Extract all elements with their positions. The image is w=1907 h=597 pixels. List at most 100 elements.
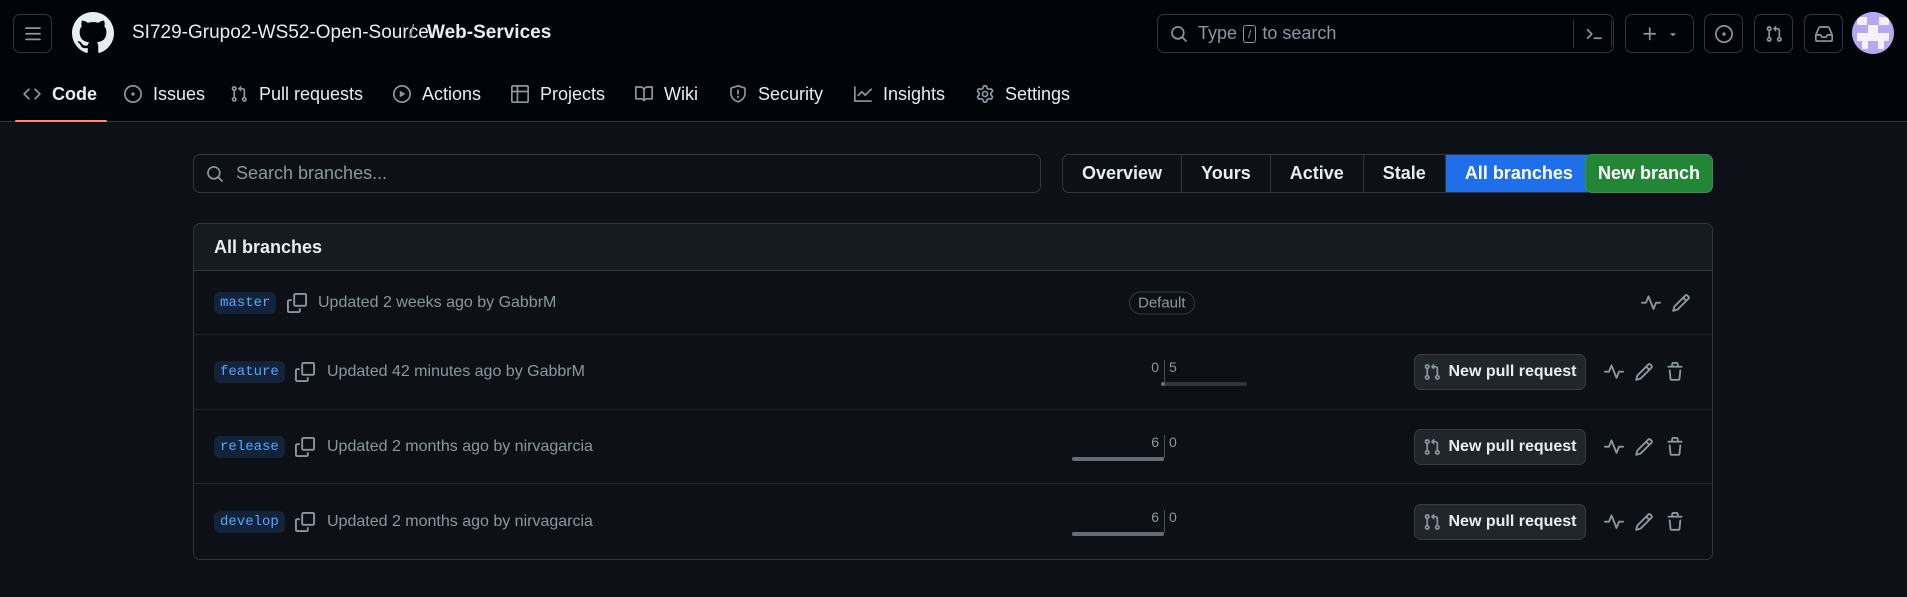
pull-requests-shortcut-button[interactable] <box>1754 14 1793 53</box>
ahead-behind-divider <box>1164 434 1165 458</box>
global-header: SI729-Grupo2-WS52-Open-Source / Web-Serv… <box>0 0 1907 122</box>
default-branch-badge: Default <box>1129 291 1195 314</box>
tab-wiki-label: Wiki <box>664 83 698 104</box>
git-pull-request-icon <box>1425 363 1441 380</box>
tab-insights-label: Insights <box>883 83 946 104</box>
user-avatar[interactable] <box>1852 12 1894 54</box>
ahead-behind-track <box>1072 456 1164 461</box>
global-search-placeholder: Type / to search <box>1198 23 1336 44</box>
branch-search-box[interactable] <box>193 154 1041 193</box>
branch-row-feature: feature Updated 42 minutes ago by GabbrM… <box>194 335 1712 410</box>
pulse-icon[interactable] <box>1604 362 1624 382</box>
tab-security-label: Security <box>758 83 824 104</box>
hamburger-menu-button[interactable] <box>13 14 52 53</box>
branches-table: All branches master Updated 2 weeks ago … <box>193 223 1713 560</box>
trash-icon[interactable] <box>1665 362 1685 382</box>
plus-icon <box>1642 26 1656 40</box>
breadcrumb-repo-link[interactable]: Web-Services <box>427 22 551 44</box>
branch-name-link[interactable]: develop <box>214 510 285 533</box>
behind-count: 6 <box>1151 433 1159 450</box>
branch-updated-text: Updated 2 weeks ago by GabbrM <box>318 293 557 311</box>
ahead-count: 5 <box>1169 359 1177 375</box>
identicon-icon <box>1852 12 1894 54</box>
branch-filter-tabs: Overview Yours Active Stale All branches <box>1062 154 1593 193</box>
behind-count: 6 <box>1151 508 1159 525</box>
new-branch-button[interactable]: New branch <box>1585 154 1713 193</box>
inbox-icon <box>1814 25 1833 42</box>
command-palette-button[interactable] <box>1573 19 1613 48</box>
graph-icon <box>854 86 872 102</box>
issues-shortcut-button[interactable] <box>1704 14 1743 53</box>
behind-bar <box>1072 531 1164 536</box>
copy-icon[interactable] <box>295 436 315 457</box>
section-title: All branches <box>214 236 323 257</box>
tab-code-label: Code <box>52 83 97 104</box>
branch-name-link[interactable]: release <box>214 435 285 458</box>
branch-row-master: master Updated 2 weeks ago by GabbrM Def… <box>194 271 1712 335</box>
new-pull-request-button[interactable]: New pull request <box>1414 354 1586 390</box>
tab-code[interactable]: Code <box>13 66 107 122</box>
tab-issues[interactable]: Issues <box>114 66 215 122</box>
ahead-count: 0 <box>1169 433 1177 450</box>
new-pull-request-label: New pull request <box>1448 437 1577 455</box>
pencil-icon[interactable] <box>1634 437 1654 457</box>
trash-icon[interactable] <box>1665 436 1685 457</box>
new-pull-request-button[interactable]: New pull request <box>1414 503 1586 540</box>
pencil-icon[interactable] <box>1634 362 1654 382</box>
create-new-button[interactable] <box>1625 14 1694 53</box>
shield-icon <box>730 85 746 103</box>
pulse-icon[interactable] <box>1641 293 1661 313</box>
pencil-icon[interactable] <box>1671 293 1691 313</box>
trash-icon[interactable] <box>1665 511 1685 532</box>
github-logo-icon[interactable] <box>72 12 114 54</box>
pulse-icon[interactable] <box>1604 437 1624 457</box>
tab-projects[interactable]: Projects <box>501 66 615 122</box>
behind-count: 0 <box>1151 359 1159 375</box>
tab-settings[interactable]: Settings <box>966 66 1080 122</box>
issue-opened-icon <box>1714 24 1733 43</box>
copy-icon[interactable] <box>295 511 315 532</box>
branch-name-link[interactable]: master <box>214 291 277 314</box>
behind-bar <box>1072 456 1164 461</box>
filter-active[interactable]: Active <box>1271 155 1364 192</box>
ahead-behind-divider <box>1164 360 1165 383</box>
branch-row-develop: develop Updated 2 months ago by nirvagar… <box>194 484 1712 559</box>
breadcrumb-owner-link[interactable]: SI729-Grupo2-WS52-Open-Source <box>132 22 429 44</box>
git-pull-request-icon <box>1425 513 1441 530</box>
tab-projects-label: Projects <box>540 83 606 104</box>
tab-wiki[interactable]: Wiki <box>625 66 708 122</box>
branch-name-link[interactable]: feature <box>214 361 285 383</box>
ahead-behind-divider <box>1164 509 1165 533</box>
copy-icon[interactable] <box>295 362 315 382</box>
search-icon <box>207 165 223 182</box>
book-icon <box>635 86 653 102</box>
global-search-box[interactable]: Type / to search <box>1157 14 1614 53</box>
table-icon <box>511 85 529 103</box>
copy-icon[interactable] <box>287 292 307 313</box>
tab-pull-requests[interactable]: Pull requests <box>220 66 373 122</box>
inbox-button[interactable] <box>1804 14 1843 53</box>
filter-stale[interactable]: Stale <box>1364 155 1446 192</box>
triangle-down-icon <box>1669 32 1676 36</box>
issue-opened-icon <box>124 85 142 103</box>
ahead-behind-track <box>1072 531 1164 536</box>
filter-all-branches[interactable]: All branches <box>1445 155 1592 192</box>
repo-navigation: Code Issues Pull requests Actions Projec… <box>0 66 1907 122</box>
filter-overview[interactable]: Overview <box>1063 155 1183 192</box>
filter-yours[interactable]: Yours <box>1182 155 1271 192</box>
gear-icon <box>976 85 994 103</box>
ahead-bar <box>1161 382 1165 386</box>
branch-updated-text: Updated 42 minutes ago by GabbrM <box>327 363 585 380</box>
new-pull-request-button[interactable]: New pull request <box>1414 428 1586 465</box>
pulse-icon[interactable] <box>1604 512 1624 532</box>
tab-security[interactable]: Security <box>719 66 833 122</box>
terminal-icon <box>1586 28 1602 39</box>
tab-insights[interactable]: Insights <box>844 66 955 122</box>
tab-actions[interactable]: Actions <box>383 66 491 122</box>
branch-search-input[interactable] <box>236 163 1016 184</box>
git-pull-request-icon <box>1766 25 1782 42</box>
tab-issues-label: Issues <box>153 83 206 104</box>
pencil-icon[interactable] <box>1634 512 1654 532</box>
breadcrumb-separator: / <box>409 22 415 43</box>
search-placeholder-after: to search <box>1262 23 1337 43</box>
